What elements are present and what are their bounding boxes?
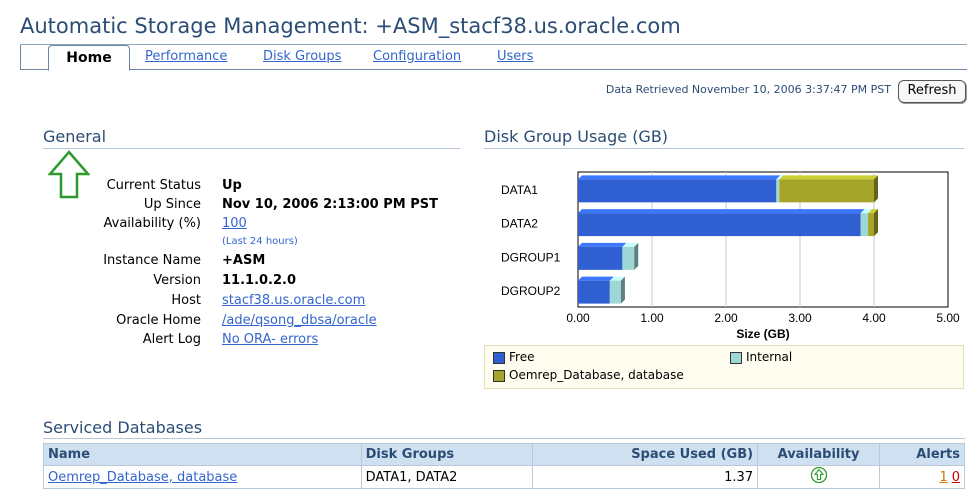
up-arrow-icon[interactable] <box>810 466 828 484</box>
column-header-availability[interactable]: Availability <box>757 443 881 466</box>
bar-segment <box>609 280 621 304</box>
category-label: DGROUP1 <box>501 250 561 264</box>
column-header-disk-groups[interactable]: Disk Groups <box>360 443 534 466</box>
bar-segment <box>622 246 635 270</box>
bar-top <box>578 242 627 247</box>
x-tick-label: 0.00 <box>566 311 590 325</box>
version-value: 11.1.0.2.0 <box>222 273 297 288</box>
legend-database-label: Oemrep_Database, database <box>509 368 684 382</box>
current-status-value: Up <box>222 178 242 193</box>
category-label: DGROUP2 <box>501 284 561 298</box>
chart-legend: Free Internal Oemrep_Database, database <box>484 345 964 389</box>
availability-label: Availability (%) <box>103 216 202 231</box>
general-section-title: General <box>43 127 107 146</box>
serviced-divider <box>43 438 965 439</box>
general-divider <box>43 148 460 149</box>
x-axis-label: Size (GB) <box>736 327 789 341</box>
column-header-name[interactable]: Name <box>43 443 362 466</box>
serviced-databases-table: Name Disk Groups Space Used (GB) Availab… <box>43 443 965 489</box>
instance-name-label: Instance Name <box>103 253 201 268</box>
bar-top <box>578 209 865 214</box>
x-tick-label: 2.00 <box>714 311 738 325</box>
tab-disk-groups[interactable]: Disk Groups <box>263 49 341 64</box>
bar-top <box>779 175 878 180</box>
tab-users[interactable]: Users <box>497 49 533 64</box>
disk-usage-divider <box>484 148 964 149</box>
up-since-label: Up Since <box>143 197 201 212</box>
bar-segment <box>779 179 874 203</box>
host-label: Host <box>171 293 201 308</box>
tab-configuration[interactable]: Configuration <box>373 49 461 64</box>
bar-segment <box>868 213 874 237</box>
tab-bar: Home Performance Disk Groups Configurati… <box>20 45 967 71</box>
current-status-label: Current Status <box>106 178 201 193</box>
bar-segment <box>860 213 869 237</box>
up-since-value: Nov 10, 2006 2:13:00 PM PST <box>222 197 438 212</box>
tab-home[interactable]: Home <box>48 45 130 71</box>
availability-link[interactable]: 100 <box>222 216 247 231</box>
column-header-space-used[interactable]: Space Used (GB) <box>532 443 759 466</box>
availability-cell <box>757 465 881 489</box>
column-header-alerts[interactable]: Alerts <box>879 443 965 466</box>
host-link[interactable]: stacf38.us.oracle.com <box>222 293 365 308</box>
availability-note: (Last 24 hours) <box>222 236 298 247</box>
oracle-home-link[interactable]: /ade/qsong_dbsa/oracle <box>222 313 377 328</box>
table-header-row: Name Disk Groups Space Used (GB) Availab… <box>43 443 965 466</box>
x-tick-label: 3.00 <box>788 311 812 325</box>
legend-free-swatch <box>493 352 505 364</box>
alert-log-link[interactable]: No ORA- errors <box>222 332 318 347</box>
warning-alerts-count[interactable]: 1 <box>939 470 947 485</box>
space-used-cell: 1.37 <box>532 465 759 489</box>
disk-usage-chart-svg: 0.00 1.00 2.00 3.00 4.00 5.00 Size (GB) DATA1 DA… <box>501 171 960 341</box>
bar-side <box>620 276 625 304</box>
disk-usage-chart: 0.00 1.00 2.00 3.00 4.00 5.00 Size (GB) DATA1 DA… <box>485 170 967 346</box>
legend-database-swatch <box>493 370 505 382</box>
oracle-home-label: Oracle Home <box>116 313 201 328</box>
bar-segment <box>578 213 861 237</box>
x-tick-label: 4.00 <box>862 311 886 325</box>
page-title: Automatic Storage Management: +ASM_stacf… <box>20 14 681 38</box>
database-name-link[interactable]: Oemrep_Database, database <box>48 470 237 485</box>
bar-segment <box>578 246 623 270</box>
refresh-button[interactable]: Refresh <box>898 80 966 103</box>
data-retrieved-timestamp: Data Retrieved November 10, 2006 3:37:47… <box>605 83 891 96</box>
category-label: DATA2 <box>501 217 538 231</box>
legend-internal-swatch <box>730 352 742 364</box>
instance-name-value: +ASM <box>222 253 266 268</box>
bar-segment <box>776 179 780 203</box>
bar-segment <box>578 280 610 304</box>
tab-performance[interactable]: Performance <box>145 49 227 64</box>
disk-groups-cell: DATA1, DATA2 <box>360 465 534 489</box>
x-tick-label: 1.00 <box>640 311 664 325</box>
database-name-cell: Oemrep_Database, database <box>43 465 362 489</box>
legend-free-label: Free <box>509 350 535 364</box>
category-label: DATA1 <box>501 183 538 197</box>
bar-side <box>874 175 878 203</box>
legend-internal-label: Internal <box>746 350 793 364</box>
serviced-databases-title: Serviced Databases <box>43 418 203 437</box>
alert-log-label: Alert Log <box>142 332 201 347</box>
table-row: Oemrep_Database, database DATA1, DATA2 1… <box>43 465 965 489</box>
bar-top <box>578 175 781 180</box>
x-tick-label: 5.00 <box>936 311 960 325</box>
bar-segment <box>578 179 777 203</box>
version-label: Version <box>153 273 201 288</box>
bar-side <box>634 242 639 270</box>
disk-usage-section-title: Disk Group Usage (GB) <box>484 127 669 146</box>
bar-top <box>578 276 614 281</box>
alerts-cell: 10 <box>879 465 965 489</box>
bar-side <box>874 209 878 237</box>
critical-alerts-count[interactable]: 0 <box>952 470 960 485</box>
